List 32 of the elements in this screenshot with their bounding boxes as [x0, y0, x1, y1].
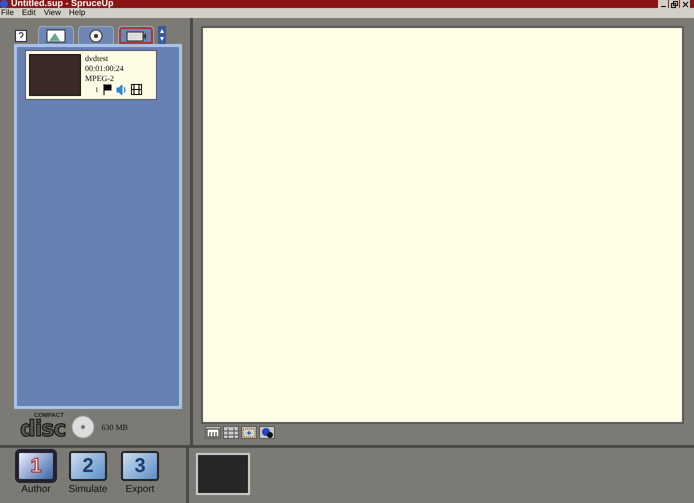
clip-format: MPEG-2 [85, 74, 115, 84]
app-icon [0, 0, 8, 8]
view-button[interactable] [241, 426, 257, 439]
disc-capacity: 630 MB [101, 422, 128, 432]
tab[interactable] [78, 26, 114, 44]
flag-icon [102, 84, 112, 95]
step-button[interactable]: 3 Export [118, 451, 162, 503]
menu-item[interactable]: File [1, 8, 14, 18]
picture-icon [46, 28, 66, 42]
menu-item[interactable]: Help [68, 8, 86, 18]
view-button[interactable] [259, 426, 275, 439]
view-button[interactable] [205, 426, 221, 439]
preview-frame [196, 453, 250, 495]
film-strip-icon [130, 84, 142, 95]
step-button[interactable]: 1 Author [14, 451, 58, 503]
clip-duration: 00:01:00:24 [85, 64, 125, 74]
help-icon[interactable] [14, 30, 28, 44]
tab[interactable] [118, 26, 154, 44]
restore-icon[interactable] [669, 0, 679, 8]
step-button[interactable]: 2 Simulate [66, 451, 110, 503]
menu-item[interactable]: Edit [22, 8, 36, 18]
close-icon[interactable] [680, 0, 690, 8]
tab[interactable] [38, 26, 74, 44]
clip-name: dvdtest [85, 54, 110, 64]
minimize-icon[interactable] [658, 0, 668, 8]
photo-placeholder [29, 54, 81, 96]
film-icon [125, 28, 147, 42]
disc-icon [71, 415, 96, 439]
menu-item[interactable]: View [44, 8, 61, 18]
disc-icon [89, 28, 103, 42]
sound-icon [116, 85, 126, 95]
scroll-arrows-icon[interactable] [158, 26, 166, 44]
